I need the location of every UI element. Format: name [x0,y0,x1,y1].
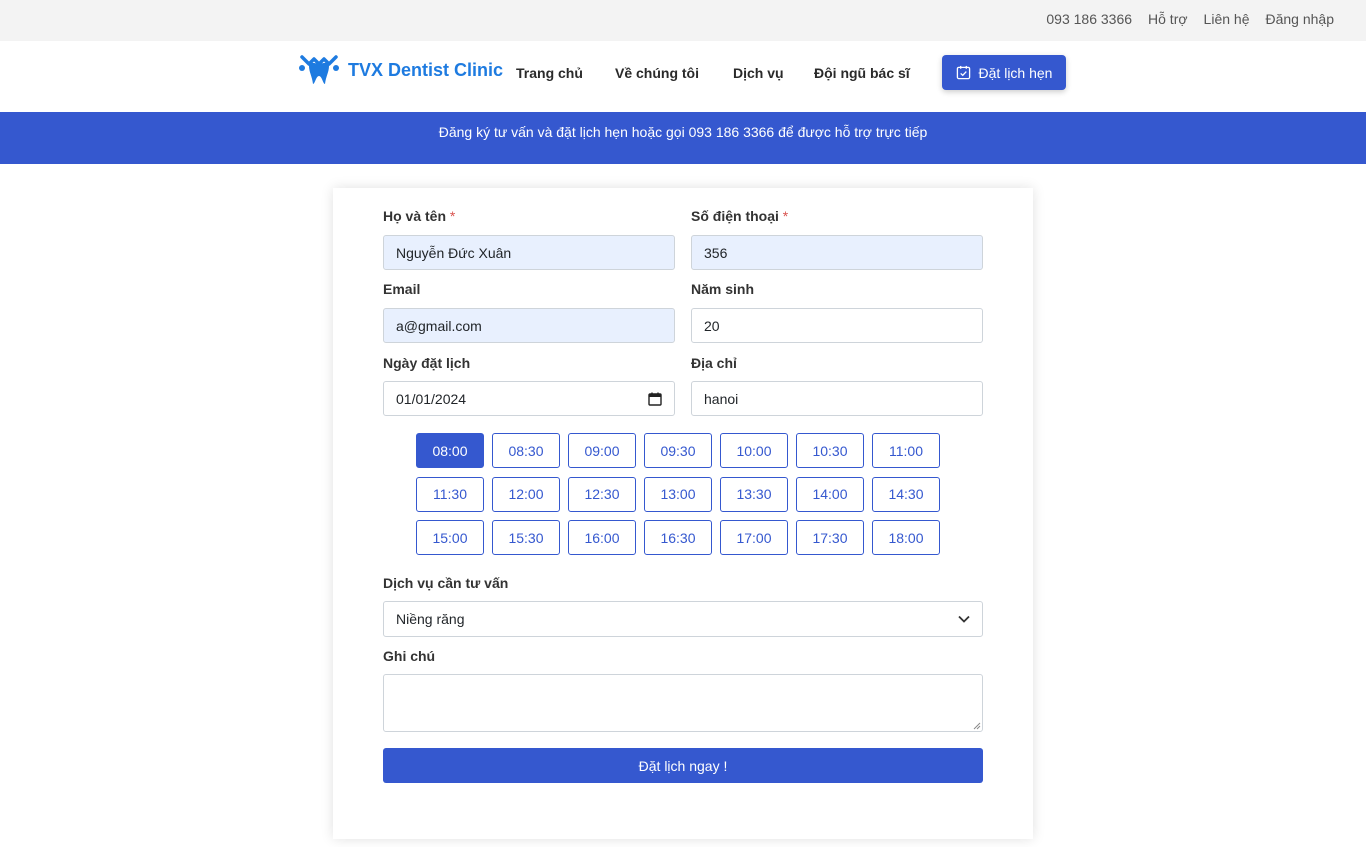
top-bar: 093 186 3366 Hỗ trợ Liên hệ Đăng nhập [0,0,1366,41]
nav-home[interactable]: Trang chủ [516,65,583,81]
time-slot-button[interactable]: 11:30 [416,476,484,512]
service-label: Dịch vụ cần tư vấn [383,575,508,591]
booking-form-card: Họ và tên * Nguyễn Đức Xuân Số điện thoạ… [333,188,1033,839]
time-slot-button[interactable]: 15:00 [416,520,484,555]
fullname-input[interactable]: Nguyễn Đức Xuân [383,235,675,270]
resize-grip-icon[interactable] [972,721,981,730]
time-slot-button[interactable]: 14:30 [872,476,940,512]
calendar-icon[interactable] [648,392,662,406]
phone-label-text: Số điện thoại [691,208,779,224]
submit-booking-button[interactable]: Đặt lịch ngay ! [383,748,983,783]
time-slot-button[interactable]: 09:00 [568,433,636,468]
address-label: Địa chỉ [691,355,737,371]
date-input[interactable]: 01/01/2024 [383,381,675,416]
address-value: hanoi [704,390,739,407]
time-slot-button[interactable]: 10:30 [796,433,864,468]
birthyear-label: Năm sinh [691,281,755,297]
time-slot-button[interactable]: 13:30 [720,476,788,512]
date-label: Ngày đặt lịch [383,355,471,371]
top-support-link[interactable]: Hỗ trợ [1148,11,1188,27]
book-appointment-label: Đặt lịch hẹn [978,64,1053,81]
top-contact-link[interactable]: Liên hệ [1204,11,1250,27]
note-textarea[interactable] [383,674,983,732]
birthyear-input[interactable]: 20 [691,308,983,343]
phone-input[interactable]: 356 [691,235,983,270]
required-mark: * [449,208,456,224]
brand-name: TVX Dentist Clinic [348,59,504,80]
time-slot-button[interactable]: 16:00 [568,520,636,555]
phone-label: Số điện thoại * [691,208,788,224]
time-slot-button[interactable]: 18:00 [872,520,940,555]
fullname-label: Họ và tên * [383,208,455,224]
time-slot-button[interactable]: 13:00 [644,476,712,512]
time-slot-button[interactable]: 08:00 [416,433,484,468]
calendar-check-icon [956,65,970,80]
time-slot-button[interactable]: 11:00 [872,433,940,468]
time-slot-button[interactable]: 17:00 [720,520,788,555]
main-navbar: TVX Dentist Clinic Trang chủ Về chúng tô… [0,41,1366,112]
fullname-label-text: Họ và tên [383,208,447,224]
top-phone-link[interactable]: 093 186 3366 [1046,11,1132,27]
time-slot-button[interactable]: 15:30 [492,520,560,555]
tooth-logo-icon [299,55,339,84]
address-input[interactable]: hanoi [691,381,983,416]
date-value: 01/01/2024 [396,390,467,407]
info-banner: Đăng ký tư vấn và đặt lịch hẹn hoặc gọi … [0,112,1366,164]
time-slot-button[interactable]: 14:00 [796,476,864,512]
nav-about[interactable]: Về chúng tôi [615,65,699,81]
nav-services[interactable]: Dịch vụ [733,65,784,81]
time-slot-button[interactable]: 12:00 [492,476,560,512]
service-label-text: Dịch vụ cần tư vấn [383,575,509,591]
time-slot-button[interactable]: 10:00 [720,433,788,468]
fullname-value: Nguyễn Đức Xuân [396,244,512,261]
brand-link[interactable]: TVX Dentist Clinic [298,54,503,86]
nav-doctors[interactable]: Đội ngũ bác sĩ [814,65,910,81]
submit-label: Đặt lịch ngay ! [638,757,728,774]
top-links: 093 186 3366 Hỗ trợ Liên hệ Đăng nhập [1046,11,1334,27]
email-value: a@gmail.com [396,317,482,334]
phone-value: 356 [704,244,728,261]
time-slot-button[interactable]: 16:30 [644,520,712,555]
time-slot-button[interactable]: 17:30 [796,520,864,555]
book-appointment-button[interactable]: Đặt lịch hẹn [942,55,1066,90]
required-mark: * [782,208,789,224]
note-label: Ghi chú [383,648,436,664]
banner-text: Đăng ký tư vấn và đặt lịch hẹn hoặc gọi … [438,124,928,140]
time-slot-button[interactable]: 12:30 [568,476,636,512]
service-value: Niềng răng [396,611,465,627]
email-label: Email [383,281,421,297]
email-input[interactable]: a@gmail.com [383,308,675,343]
birthyear-value: 20 [704,317,720,334]
time-slot-button[interactable]: 09:30 [644,433,712,468]
time-slot-button[interactable]: 08:30 [492,433,560,468]
service-select[interactable]: Niềng răng [383,601,983,637]
chevron-down-icon [958,615,970,623]
top-login-link[interactable]: Đăng nhập [1265,11,1334,27]
